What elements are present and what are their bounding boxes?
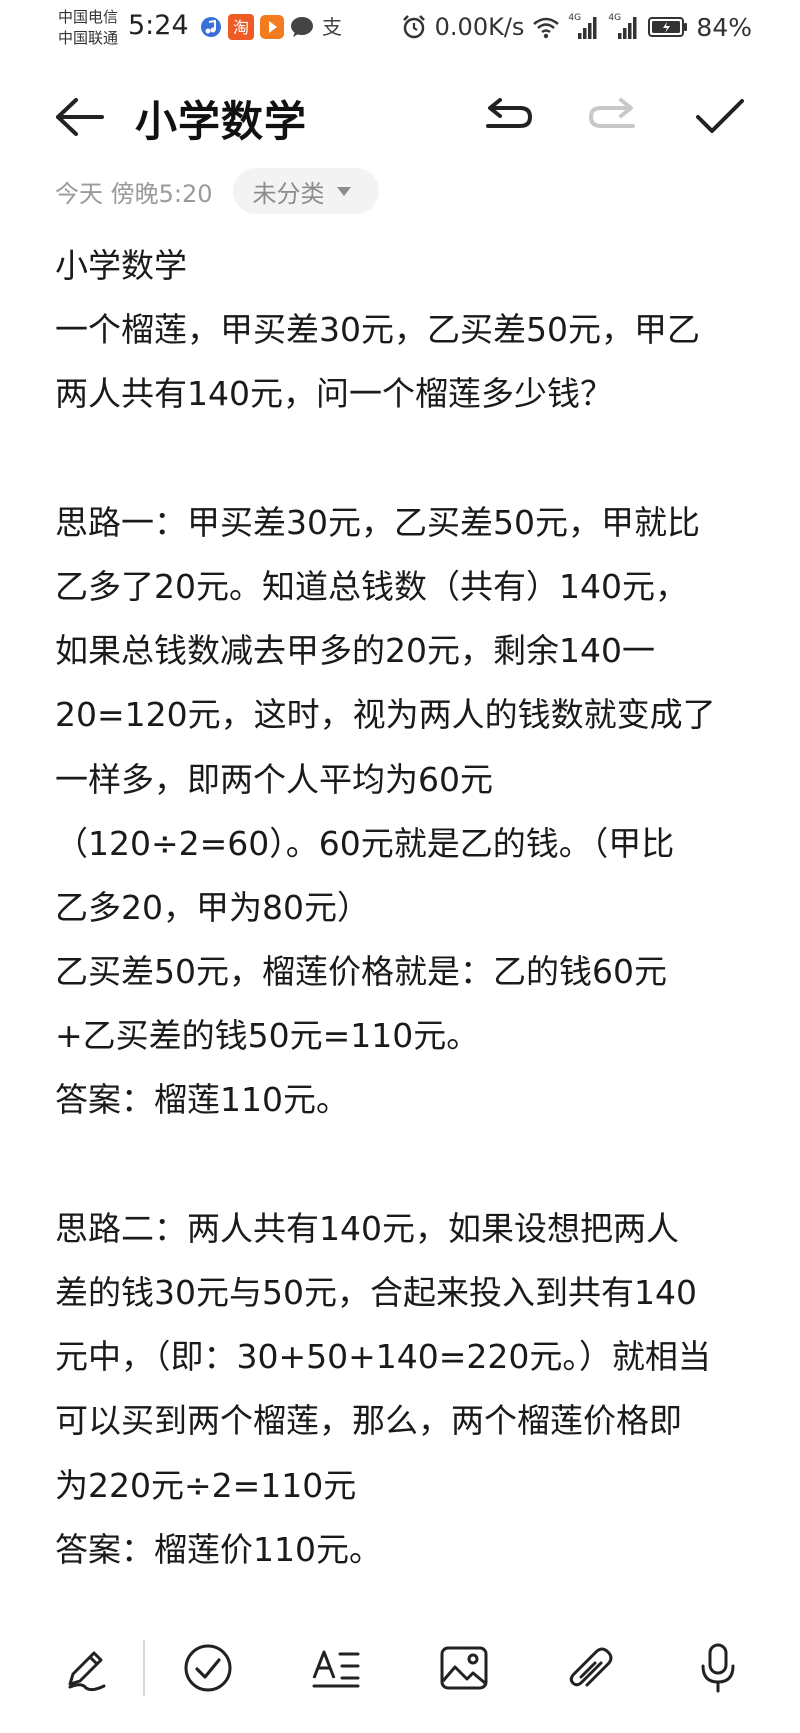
alipay-glyph: 支 [322, 15, 342, 39]
image-icon [439, 1645, 489, 1691]
checklist-icon [182, 1642, 234, 1694]
insert-image-button[interactable] [432, 1636, 496, 1700]
music-icon [200, 16, 222, 38]
signal-2-label: 4G [608, 13, 622, 23]
notification-icons: 淘 支 [200, 14, 344, 40]
note-line: 一个榴莲，甲买差30元，乙买差50元，甲乙 [55, 310, 700, 350]
status-bar: 中国电信 中国联通 5:24 淘 支 0.00K/s 4G 4G 84% [0, 0, 800, 56]
battery-percent: 84% [696, 12, 752, 42]
undo-icon [480, 92, 536, 142]
text-format-icon [310, 1644, 362, 1692]
note-date: 今天 傍晚5:20 [55, 179, 213, 208]
note-line: 20=120元，这时，视为两人的钱数就变成了 [55, 695, 716, 735]
redo-button[interactable] [585, 92, 641, 142]
undo-button[interactable] [480, 92, 536, 142]
alipay-icon: 支 [320, 15, 344, 39]
note-line: 答案：榴莲110元。 [55, 1080, 349, 1120]
microphone-icon [698, 1642, 738, 1694]
note-line: 乙多20，甲为80元） [55, 887, 370, 927]
done-button[interactable] [692, 92, 748, 142]
bottom-toolbar [0, 1628, 800, 1708]
wifi-icon [532, 15, 560, 39]
network-speed: 0.00K/s [434, 13, 525, 41]
status-time: 5:24 [128, 10, 189, 41]
note-line: 元中，（即：30+50+140=220元。）就相当 [55, 1337, 711, 1377]
note-line: 思路一：甲买差30元，乙买差50元，甲就比 [55, 502, 700, 542]
back-arrow-icon [52, 92, 108, 142]
signal-1-label: 4G [568, 13, 582, 23]
battery-icon [648, 16, 688, 38]
note-line: 乙买差50元，榴莲价格就是：乙的钱60元 [55, 952, 667, 992]
note-line: 如果总钱数减去甲多的20元，剩余140一 [55, 631, 655, 671]
text-format-button[interactable] [304, 1636, 368, 1700]
note-line: 为220元÷2=110元 [55, 1465, 357, 1505]
note-meta: 今天 傍晚5:20 未分类 [55, 168, 379, 214]
redo-icon [585, 92, 641, 142]
pen-icon [62, 1644, 110, 1692]
note-line: 差的钱30元与50元，合起来投入到共有140 [55, 1273, 697, 1312]
dropdown-arrow-icon [336, 186, 351, 196]
taobao-glyph: 淘 [233, 18, 249, 37]
carrier-info: 中国电信 中国联通 [58, 7, 118, 49]
alarm-icon [401, 14, 427, 40]
handwriting-button[interactable] [54, 1636, 118, 1700]
app-header: 小学数学 [0, 72, 800, 160]
checkmark-icon [692, 92, 748, 142]
toolbar-divider [143, 1640, 145, 1696]
category-label: 未分类 [252, 179, 325, 208]
note-line: 一样多，即两个人平均为60元 [55, 759, 493, 799]
note-line: 小学数学 [55, 246, 187, 285]
note-line: （120÷2=60）。60元就是乙的钱。（甲比 [55, 823, 675, 863]
chat-icon [290, 16, 314, 38]
page-title: 小学数学 [135, 97, 308, 146]
carrier-1: 中国电信 [58, 8, 119, 26]
note-editor[interactable]: 小学数学一个榴莲，甲买差30元，乙买差50元，甲乙 两人共有140元，问一个榴莲多… [55, 234, 755, 1582]
signal-2-icon: 4G [608, 13, 640, 41]
video-icon [260, 15, 284, 39]
category-dropdown[interactable]: 未分类 [232, 168, 379, 214]
note-line: 两人共有140元，问一个榴莲多少钱？ [55, 374, 613, 414]
note-line: 思路二：两人共有140元，如果设想把两人 [55, 1208, 679, 1248]
voice-input-button[interactable] [686, 1636, 750, 1700]
note-line: 可以买到两个榴莲，那么，两个榴莲价格即 [55, 1401, 682, 1441]
attachment-button[interactable] [558, 1636, 622, 1700]
note-line: +乙买差的钱50元=110元。 [55, 1016, 480, 1056]
taobao-icon: 淘 [228, 14, 254, 40]
checklist-button[interactable] [176, 1636, 240, 1700]
carrier-2: 中国联通 [58, 29, 119, 47]
back-button[interactable] [52, 92, 108, 142]
note-line: 乙多了20元。知道总钱数（共有）140元， [55, 566, 688, 606]
attachment-icon [565, 1643, 615, 1693]
signal-1-icon: 4G [568, 13, 600, 41]
note-line: 答案：榴莲价110元。 [55, 1529, 382, 1569]
system-status: 0.00K/s 4G 4G 84% [401, 12, 752, 42]
